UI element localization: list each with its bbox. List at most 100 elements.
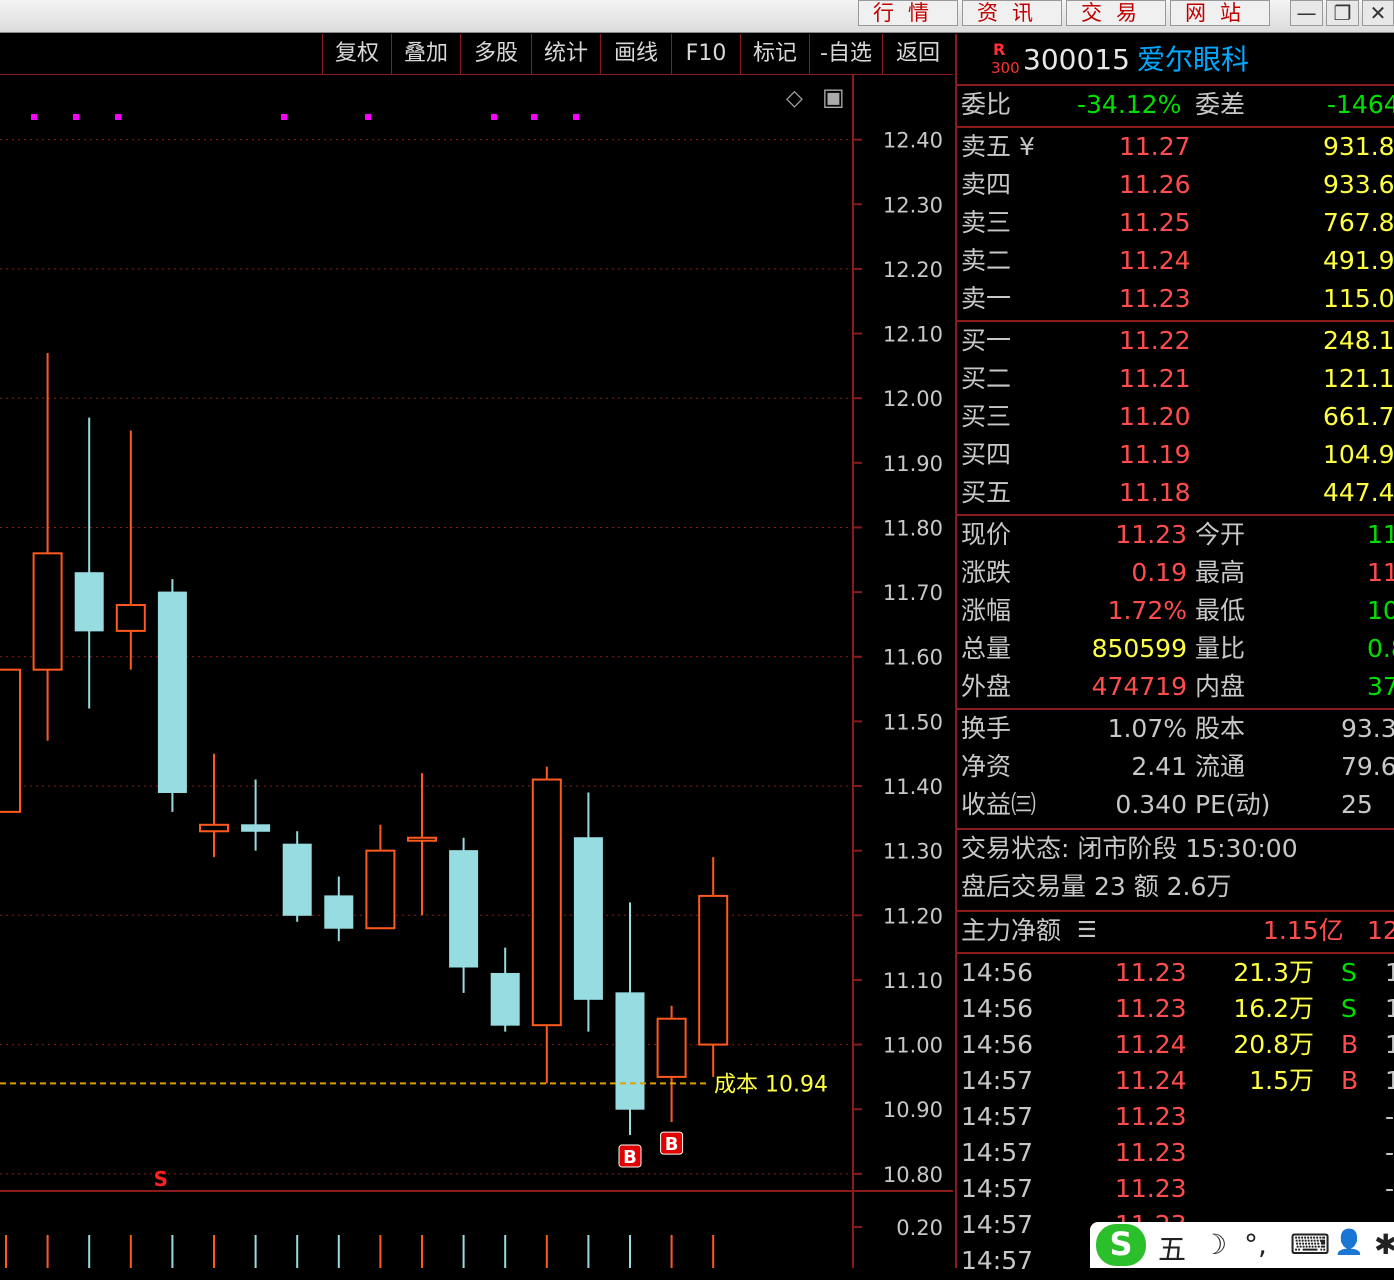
candle-body <box>199 823 229 833</box>
candle-body <box>157 591 187 793</box>
y-tick-label: 11.20 <box>883 904 943 928</box>
list-icon[interactable]: ☰ <box>1077 912 1097 950</box>
tick-extra: 1 <box>1385 958 1394 987</box>
ime-toolbar[interactable]: S 五 ☽ °, ⌨ 👤 ✱ <box>1090 1222 1394 1268</box>
bid-level-label: 买五 <box>961 478 1012 507</box>
stat-label: 现价 <box>961 520 1012 549</box>
tick-price: 11.24 <box>1115 1066 1187 1095</box>
stat-value: 0.19 <box>1131 558 1187 587</box>
ime-mode[interactable]: 五 <box>1158 1228 1186 1268</box>
stat-label: 外盘 <box>961 672 1012 701</box>
stat-label: 换手 <box>961 714 1012 743</box>
stat-value: 2.41 <box>1131 752 1187 781</box>
toolbar-mark[interactable]: 标记 <box>740 34 809 74</box>
candle-body <box>115 604 146 632</box>
ask-volume: 933.6 <box>1323 170 1394 199</box>
ime-logo-icon[interactable]: S <box>1096 1224 1146 1266</box>
candle[interactable] <box>573 792 603 1268</box>
stat-label-2: 股本 <box>1195 714 1246 743</box>
stat-label-2: 流通 <box>1195 752 1246 781</box>
toolbar-f10[interactable]: F10 <box>671 34 740 74</box>
moon-icon[interactable]: ☽ <box>1202 1228 1227 1261</box>
weicha-value: -1464 <box>1327 90 1394 119</box>
window-top-bar: 行情 资讯 交易 网站 — ❐ ✕ <box>0 0 1394 33</box>
panel-icon[interactable]: ▣ <box>822 83 845 111</box>
stat-label: 收益㈢ <box>961 790 1037 819</box>
bid-price: 11.19 <box>1119 440 1191 469</box>
tick-time: 14:56 <box>961 994 1034 1023</box>
candle[interactable] <box>615 902 645 1268</box>
tick-direction: S <box>1341 994 1357 1023</box>
candle[interactable] <box>0 668 21 1268</box>
tab-market[interactable]: 行情 <box>858 0 958 26</box>
stat-label: 总量 <box>961 634 1012 663</box>
stat-label: 净资 <box>961 752 1012 781</box>
candle-body <box>656 1017 687 1078</box>
tab-trade[interactable]: 交易 <box>1066 0 1166 26</box>
bid-volume: 121.1 <box>1323 364 1394 393</box>
signal-dot <box>531 114 537 120</box>
candle-body <box>74 572 104 632</box>
tick-price: 11.24 <box>1115 1030 1187 1059</box>
close-button[interactable]: ✕ <box>1362 0 1394 26</box>
toolbar-overlay[interactable]: 叠加 <box>391 34 460 74</box>
ask-price: 11.24 <box>1119 246 1191 275</box>
buy-marker-label: B <box>623 1147 637 1168</box>
ask-level-label: 卖四 <box>961 170 1012 199</box>
candle[interactable] <box>324 876 354 1268</box>
restore-button[interactable]: ❐ <box>1326 0 1359 26</box>
candle[interactable] <box>157 579 187 1268</box>
toolbar-draw-line[interactable]: 画线 <box>600 34 671 74</box>
signal-dot <box>491 114 497 120</box>
stat-value-2: 11.2 <box>1367 558 1394 587</box>
main-flow-value: 1.15亿 <box>1263 916 1344 945</box>
keyboard-icon[interactable]: ⌨ <box>1290 1228 1330 1261</box>
signal-dot <box>73 114 79 120</box>
diamond-icon[interactable]: ◇ <box>786 86 803 111</box>
stat-label-2: 最高 <box>1195 558 1246 587</box>
candle[interactable] <box>531 766 562 1268</box>
toolbar-restore-rights[interactable]: 复权 <box>322 34 391 74</box>
tab-news[interactable]: 资讯 <box>962 0 1062 26</box>
weibi-label: 委比 <box>961 90 1012 119</box>
tick-price: 11.23 <box>1115 1102 1187 1131</box>
toolbar-statistics[interactable]: 统计 <box>531 34 600 74</box>
tab-website[interactable]: 网站 <box>1170 0 1270 26</box>
sell-marker[interactable]: S <box>154 1167 168 1191</box>
bid-volume: 104.9 <box>1323 440 1394 469</box>
candle[interactable] <box>490 947 520 1268</box>
kline-chart[interactable]: 12.40 12.30 12.20 12.10 12.00 11.90 11.80 11.70… <box>0 75 953 1268</box>
stat-label: 涨幅 <box>961 596 1012 625</box>
weicha-label: 委差 <box>1195 90 1246 119</box>
toolbar-multi-stock[interactable]: 多股 <box>460 34 531 74</box>
ask-price: 11.25 <box>1119 208 1191 237</box>
candle[interactable] <box>241 779 271 1268</box>
toolbar-back[interactable]: 返回 <box>882 34 953 74</box>
candle[interactable] <box>282 831 312 1268</box>
candle-body <box>0 668 21 813</box>
candle[interactable] <box>74 417 104 1268</box>
ask-volume: 931.8 <box>1323 132 1394 161</box>
y-tick-label: 12.30 <box>883 193 943 217</box>
tick-time: 14:56 <box>961 1030 1034 1059</box>
candle[interactable] <box>115 430 146 1268</box>
buy-marker-label: B <box>665 1134 679 1155</box>
candle-body <box>615 992 645 1110</box>
candle-body <box>573 837 603 1000</box>
candle[interactable] <box>698 857 729 1268</box>
y-tick-label: 11.40 <box>883 775 943 799</box>
cost-line-label: 成本 10.94 <box>714 1072 828 1097</box>
stat-label-2: PE(动) <box>1195 790 1271 819</box>
candle[interactable] <box>365 824 396 1268</box>
toolbar-watchlist[interactable]: -自选 <box>809 34 882 74</box>
y-tick-label: 10.80 <box>883 1163 943 1187</box>
tools-icon[interactable]: ✱ <box>1374 1228 1394 1261</box>
candle[interactable] <box>407 773 437 1268</box>
punctuation-icon[interactable]: °, <box>1244 1228 1267 1261</box>
signal-dot <box>31 114 37 120</box>
minimize-button[interactable]: — <box>1290 0 1323 26</box>
candle[interactable] <box>449 837 479 1268</box>
bid-level-label: 买二 <box>961 364 1012 393</box>
candle[interactable] <box>32 352 63 1268</box>
user-icon[interactable]: 👤 <box>1334 1228 1364 1256</box>
